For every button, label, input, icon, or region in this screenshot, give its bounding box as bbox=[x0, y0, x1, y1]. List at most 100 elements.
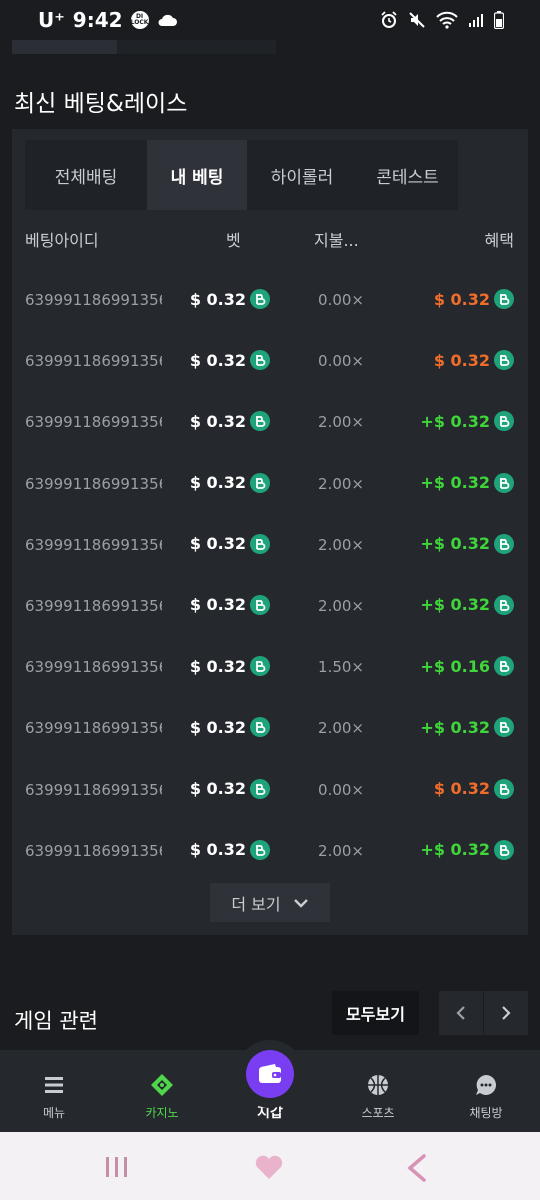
coin-icon bbox=[494, 472, 514, 493]
bet-id-cell: 63999118699135619 bbox=[25, 413, 162, 432]
back-icon[interactable] bbox=[406, 1154, 428, 1182]
table-row[interactable]: 63999118699135614 $ 0.32 2.00× +$ 0.32 bbox=[12, 699, 528, 760]
tab-contest[interactable]: 콘테스트 bbox=[357, 140, 458, 210]
payout-cell: 0.00× bbox=[318, 780, 364, 799]
coin-icon bbox=[250, 472, 270, 493]
profit-text: +$ 0.32 bbox=[420, 411, 490, 431]
coin-icon bbox=[494, 778, 514, 799]
profit-cell: +$ 0.32 bbox=[420, 472, 514, 493]
profit-cell: +$ 0.32 bbox=[420, 594, 514, 615]
home-heart-icon[interactable] bbox=[254, 1154, 284, 1180]
table-row[interactable]: 63999118699135615 $ 0.32 1.50× +$ 0.16 bbox=[12, 638, 528, 699]
carrier-label: U⁺ bbox=[38, 8, 65, 32]
bet-amount-text: $ 0.32 bbox=[189, 840, 246, 860]
profit-text: $ 0.32 bbox=[433, 779, 490, 798]
status-left: U⁺ 9:42 DI LOCK bbox=[38, 8, 177, 32]
payout-cell: 2.00× bbox=[318, 719, 364, 738]
coin-icon bbox=[250, 411, 270, 432]
view-all-button[interactable]: 모두보기 bbox=[332, 991, 419, 1035]
profit-cell: $ 0.32 bbox=[434, 289, 514, 309]
bet-amount-text: $ 0.32 bbox=[189, 473, 246, 493]
profit-text: $ 0.32 bbox=[433, 350, 490, 370]
profit-text: +$ 0.32 bbox=[420, 595, 490, 615]
payout-cell: 2.00× bbox=[318, 596, 364, 615]
profit-text: +$ 0.32 bbox=[420, 840, 490, 860]
bet-amount-text: $ 0.32 bbox=[189, 534, 246, 554]
bet-amount-text: $ 0.32 bbox=[189, 717, 246, 737]
nav-chat[interactable]: 채팅방 bbox=[432, 1050, 540, 1132]
nav-menu-label: 메뉴 bbox=[42, 1106, 66, 1120]
tab-high-rollers[interactable]: 하이롤러 bbox=[247, 140, 357, 210]
tab-all-bets[interactable]: 전체배팅 bbox=[25, 140, 147, 210]
profit-cell: +$ 0.32 bbox=[420, 411, 514, 432]
profit-text: $ 0.32 bbox=[433, 289, 490, 309]
chevron-left-icon bbox=[456, 1006, 465, 1020]
nav-sports[interactable]: 스포츠 bbox=[324, 1050, 432, 1132]
wallet-button[interactable] bbox=[246, 1050, 294, 1098]
status-bar: U⁺ 9:42 DI LOCK bbox=[0, 0, 540, 40]
coin-icon bbox=[250, 656, 270, 677]
table-row[interactable]: 63999118699135621 $ 0.32 0.00× $ 0.32 bbox=[12, 332, 528, 393]
chevron-right-icon bbox=[502, 1006, 511, 1020]
profit-cell: +$ 0.32 bbox=[420, 717, 514, 738]
bet-amount-cell: $ 0.32 bbox=[189, 594, 270, 615]
nav-menu[interactable]: 메뉴 bbox=[0, 1050, 108, 1132]
payout-cell: 2.00× bbox=[318, 413, 364, 432]
bet-tabs: 전체배팅 내 베팅 하이롤러 콘테스트 bbox=[25, 140, 458, 210]
status-right bbox=[380, 11, 504, 29]
table-row[interactable]: 63999118699135618 $ 0.32 2.00× +$ 0.32 bbox=[12, 455, 528, 516]
casino-icon bbox=[151, 1074, 173, 1096]
sports-ball-icon bbox=[368, 1075, 388, 1095]
table-row[interactable]: 63999118699135622 $ 0.32 0.00× $ 0.32 bbox=[12, 271, 528, 332]
column-payout: 지불... bbox=[314, 231, 359, 250]
bet-amount-cell: $ 0.32 bbox=[189, 472, 270, 493]
table-row[interactable]: 63999118699135612 $ 0.32 2.00× +$ 0.32 bbox=[12, 822, 528, 883]
wifi-icon bbox=[436, 11, 458, 29]
load-more-button[interactable]: 더 보기 bbox=[210, 883, 330, 922]
payout-cell: 0.00× bbox=[318, 291, 364, 309]
chevron-down-icon bbox=[293, 898, 308, 908]
load-more-label: 더 보기 bbox=[231, 894, 281, 914]
payout-cell: 2.00× bbox=[318, 841, 364, 860]
profit-text: +$ 0.32 bbox=[420, 534, 490, 554]
coin-icon bbox=[250, 289, 270, 309]
bet-id-cell: 63999118699135613 bbox=[25, 780, 162, 799]
alarm-icon bbox=[381, 11, 397, 28]
nav-casino[interactable]: 카지노 bbox=[108, 1050, 216, 1132]
prev-arrow-button[interactable] bbox=[439, 991, 483, 1035]
lock-badge-icon: DI LOCK bbox=[130, 11, 149, 29]
bet-amount-text: $ 0.32 bbox=[189, 595, 246, 615]
profit-text: +$ 0.16 bbox=[420, 656, 490, 676]
bet-id-cell: 63999118699135615 bbox=[25, 658, 162, 677]
table-header: 베팅아이디 벳 지불... 혜택 bbox=[12, 227, 528, 251]
table-row[interactable]: 63999118699135613 $ 0.32 0.00× $ 0.32 bbox=[12, 761, 528, 822]
bet-amount-text: $ 0.32 bbox=[189, 350, 246, 370]
coin-icon bbox=[494, 289, 514, 309]
payout-cell: 2.00× bbox=[318, 474, 364, 493]
section-title: 최신 베팅&레이스 bbox=[14, 91, 188, 117]
nav-chat-label: 채팅방 bbox=[469, 1106, 503, 1120]
next-arrow-button[interactable] bbox=[484, 991, 528, 1035]
profit-cell: $ 0.32 bbox=[433, 350, 514, 371]
profit-cell: +$ 0.32 bbox=[420, 533, 514, 554]
table-row[interactable]: 63999118699135617 $ 0.32 2.00× +$ 0.32 bbox=[12, 516, 528, 577]
bet-amount-cell: $ 0.32 bbox=[189, 350, 270, 371]
nav-casino-label: 카지노 bbox=[145, 1106, 179, 1120]
bets-table: 63999118699135622$ 0.320.00×$ 0.32639991… bbox=[12, 271, 528, 883]
profit-text: +$ 0.32 bbox=[420, 717, 490, 737]
payout-cell: 1.50× bbox=[318, 658, 364, 677]
bet-id-cell: 63999118699135614 bbox=[25, 719, 162, 738]
tab-my-bets[interactable]: 내 베팅 bbox=[147, 140, 247, 210]
recent-apps-icon[interactable] bbox=[104, 1156, 130, 1178]
previous-section-tabs bbox=[12, 40, 276, 54]
coin-icon bbox=[494, 411, 514, 432]
cloud-icon bbox=[158, 14, 177, 26]
coin-icon bbox=[250, 778, 270, 799]
table-row[interactable]: 63999118699135619 $ 0.32 2.00× +$ 0.32 bbox=[12, 393, 528, 454]
table-row[interactable]: 63999118699135616 $ 0.32 2.00× +$ 0.32 bbox=[12, 577, 528, 638]
bet-amount-cell: $ 0.32 bbox=[190, 411, 270, 432]
coin-icon bbox=[494, 594, 514, 615]
battery-icon bbox=[494, 11, 504, 29]
coin-icon bbox=[494, 656, 514, 677]
bet-id-cell: 63999118699135612 bbox=[25, 841, 162, 860]
